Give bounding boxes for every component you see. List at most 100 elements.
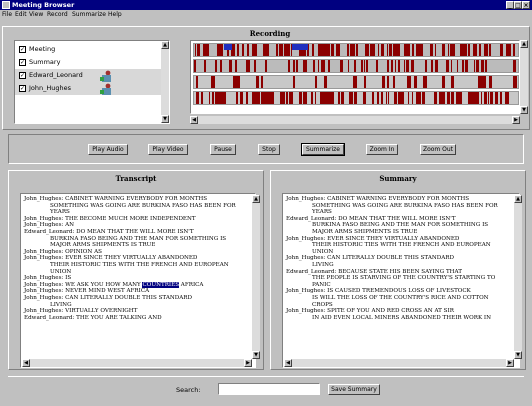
timeline-segment[interactable] (450, 44, 454, 56)
timeline-segment[interactable] (405, 60, 409, 72)
transcript-line[interactable]: John_Hughes: EVER SINCE THEY VIRTUALLY A… (24, 255, 252, 262)
timeline-segment[interactable] (441, 76, 446, 88)
timeline-segment[interactable] (280, 44, 282, 56)
timeline-segment[interactable] (217, 44, 220, 56)
timeline-segment[interactable] (419, 44, 422, 56)
timeline-segment[interactable] (414, 76, 418, 88)
timeline-segment[interactable] (245, 92, 249, 104)
timeline-segment[interactable] (434, 92, 437, 104)
transcript-line[interactable]: John_Hughes: IS (24, 275, 252, 282)
timeline-segment[interactable] (485, 92, 487, 104)
timeline-segment[interactable] (217, 92, 219, 104)
transcript-line[interactable]: John_Hughes: CABINET WARNING EVERYBODY F… (24, 196, 252, 203)
summary-line[interactable]: IN AID EVEN LOCAL MINERS ABANDONED THEIR… (286, 315, 516, 322)
timeline-marker[interactable] (224, 44, 232, 50)
summary-line[interactable]: YEARS (286, 209, 516, 216)
timeline-segment[interactable] (366, 44, 370, 56)
timeline-segment[interactable] (500, 92, 503, 104)
timeline-segment[interactable] (246, 44, 249, 56)
timeline-segment[interactable] (263, 44, 266, 56)
timeline-marker[interactable] (292, 44, 300, 50)
timeline-segment[interactable] (288, 92, 291, 104)
timeline-segment[interactable] (446, 60, 449, 72)
timeline-segment[interactable] (295, 60, 299, 72)
timeline-segment[interactable] (251, 44, 254, 56)
timeline-segment[interactable] (478, 44, 482, 56)
timeline-segment[interactable] (252, 92, 254, 104)
summary-vertical-scrollbar[interactable]: ▲ ▼ (514, 195, 522, 359)
transcript-text-area[interactable]: John_Hughes: CABINET WARNING EVERYBODY F… (20, 193, 256, 368)
timeline-segment[interactable] (353, 60, 357, 72)
search-input[interactable] (218, 383, 320, 395)
timeline-marker[interactable] (300, 44, 308, 50)
summary-line[interactable]: SOMETHING WAS GOING ARE BURKINA FASO HAS… (286, 203, 516, 210)
timeline-segment[interactable] (365, 60, 368, 72)
timeline-segment[interactable] (407, 44, 410, 56)
timeline-segment[interactable] (487, 92, 490, 104)
timeline-segment[interactable] (480, 92, 482, 104)
menu-summarize[interactable]: Summarize (72, 10, 106, 20)
timeline-segment[interactable] (363, 92, 365, 104)
timeline-segment[interactable] (353, 76, 357, 88)
scroll-left-arrow-icon[interactable]: ◀ (284, 359, 292, 367)
timeline-segment[interactable] (260, 76, 263, 88)
timeline-segment[interactable] (303, 92, 306, 104)
timeline-segment[interactable] (381, 44, 384, 56)
play-audio-button[interactable]: Play Audio (88, 144, 128, 155)
summary-line[interactable]: PANIC (286, 282, 516, 289)
timeline-segment[interactable] (237, 76, 240, 88)
timeline-segment[interactable] (219, 60, 222, 72)
timeline-segment[interactable] (333, 44, 335, 56)
timeline-segment[interactable] (435, 60, 438, 72)
timeline-segment[interactable] (311, 92, 313, 104)
track-checkbox-summary[interactable]: ✓ (19, 59, 26, 66)
timeline-segment[interactable] (212, 92, 214, 104)
timeline-segment[interactable] (447, 44, 449, 56)
timeline-segment[interactable] (513, 60, 516, 72)
scroll-right-arrow-icon[interactable]: ▶ (512, 116, 520, 124)
timeline-segment[interactable] (369, 44, 372, 56)
timeline-segment[interactable] (397, 44, 400, 56)
timeline-segment[interactable] (314, 92, 316, 104)
track-item-edward-leonard[interactable]: ✓ Edward_Leonard (15, 69, 163, 82)
timeline-segment[interactable] (338, 44, 341, 56)
transcript-line[interactable]: LIVING (24, 302, 252, 309)
timeline-segment[interactable] (376, 60, 379, 72)
track-checkbox-meeting[interactable]: ✓ (19, 46, 26, 53)
timeline-segment[interactable] (347, 60, 350, 72)
summary-line[interactable]: LIVING (286, 262, 516, 269)
menu-file[interactable]: File (2, 10, 12, 20)
timeline-segment[interactable] (482, 76, 486, 88)
summary-line[interactable]: John_Hughes: CABINET WARNING EVERYBODY F… (286, 196, 516, 203)
timeline-segment[interactable] (197, 92, 200, 104)
scroll-down-arrow-icon[interactable]: ▼ (514, 351, 522, 359)
timeline-segment[interactable] (472, 92, 475, 104)
timeline-segment[interactable] (485, 44, 488, 56)
timeline-segment[interactable] (247, 60, 251, 72)
timeline-segment[interactable] (411, 60, 414, 72)
transcript-line[interactable]: MAJOR ARMS SHIPMENTS IS TRUE (24, 242, 252, 249)
timeline-segment[interactable] (330, 92, 334, 104)
summary-line[interactable]: John_Hughes: EVER SINCE THEY VIRTUALLY A… (286, 236, 516, 243)
track-item-summary[interactable]: ✓ Summary (15, 56, 163, 69)
transcript-line[interactable]: THEIR HISTORIC TIES WITH THE FRENCH AND … (24, 262, 252, 269)
timeline-segment[interactable] (260, 92, 263, 104)
timeline-segment[interactable] (290, 92, 294, 104)
timeline-segment[interactable] (317, 60, 319, 72)
timeline-segment[interactable] (381, 92, 383, 104)
timeline-horizontal-scrollbar[interactable]: ◀ ▶ (190, 116, 520, 124)
timeline-segment[interactable] (280, 92, 283, 104)
transcript-line[interactable]: YEARS (24, 209, 252, 216)
timeline-segment[interactable] (265, 60, 268, 72)
summary-text-area[interactable]: John_Hughes: CABINET WARNING EVERYBODY F… (282, 193, 520, 368)
pause-button[interactable]: Pause (210, 144, 236, 155)
timeline-segment[interactable] (462, 44, 464, 56)
save-summary-button[interactable]: Save Summary (328, 384, 380, 395)
timeline-segment[interactable] (404, 44, 407, 56)
transcript-line[interactable]: SOMETHING WAS GOING ARE BURKINA FASO HAS… (24, 203, 252, 210)
timeline-segment[interactable] (482, 60, 485, 72)
timeline-segment[interactable] (468, 44, 471, 56)
timeline-segment[interactable] (513, 76, 517, 88)
summary-line[interactable]: CROPS (286, 302, 516, 309)
timeline-segment[interactable] (399, 92, 402, 104)
